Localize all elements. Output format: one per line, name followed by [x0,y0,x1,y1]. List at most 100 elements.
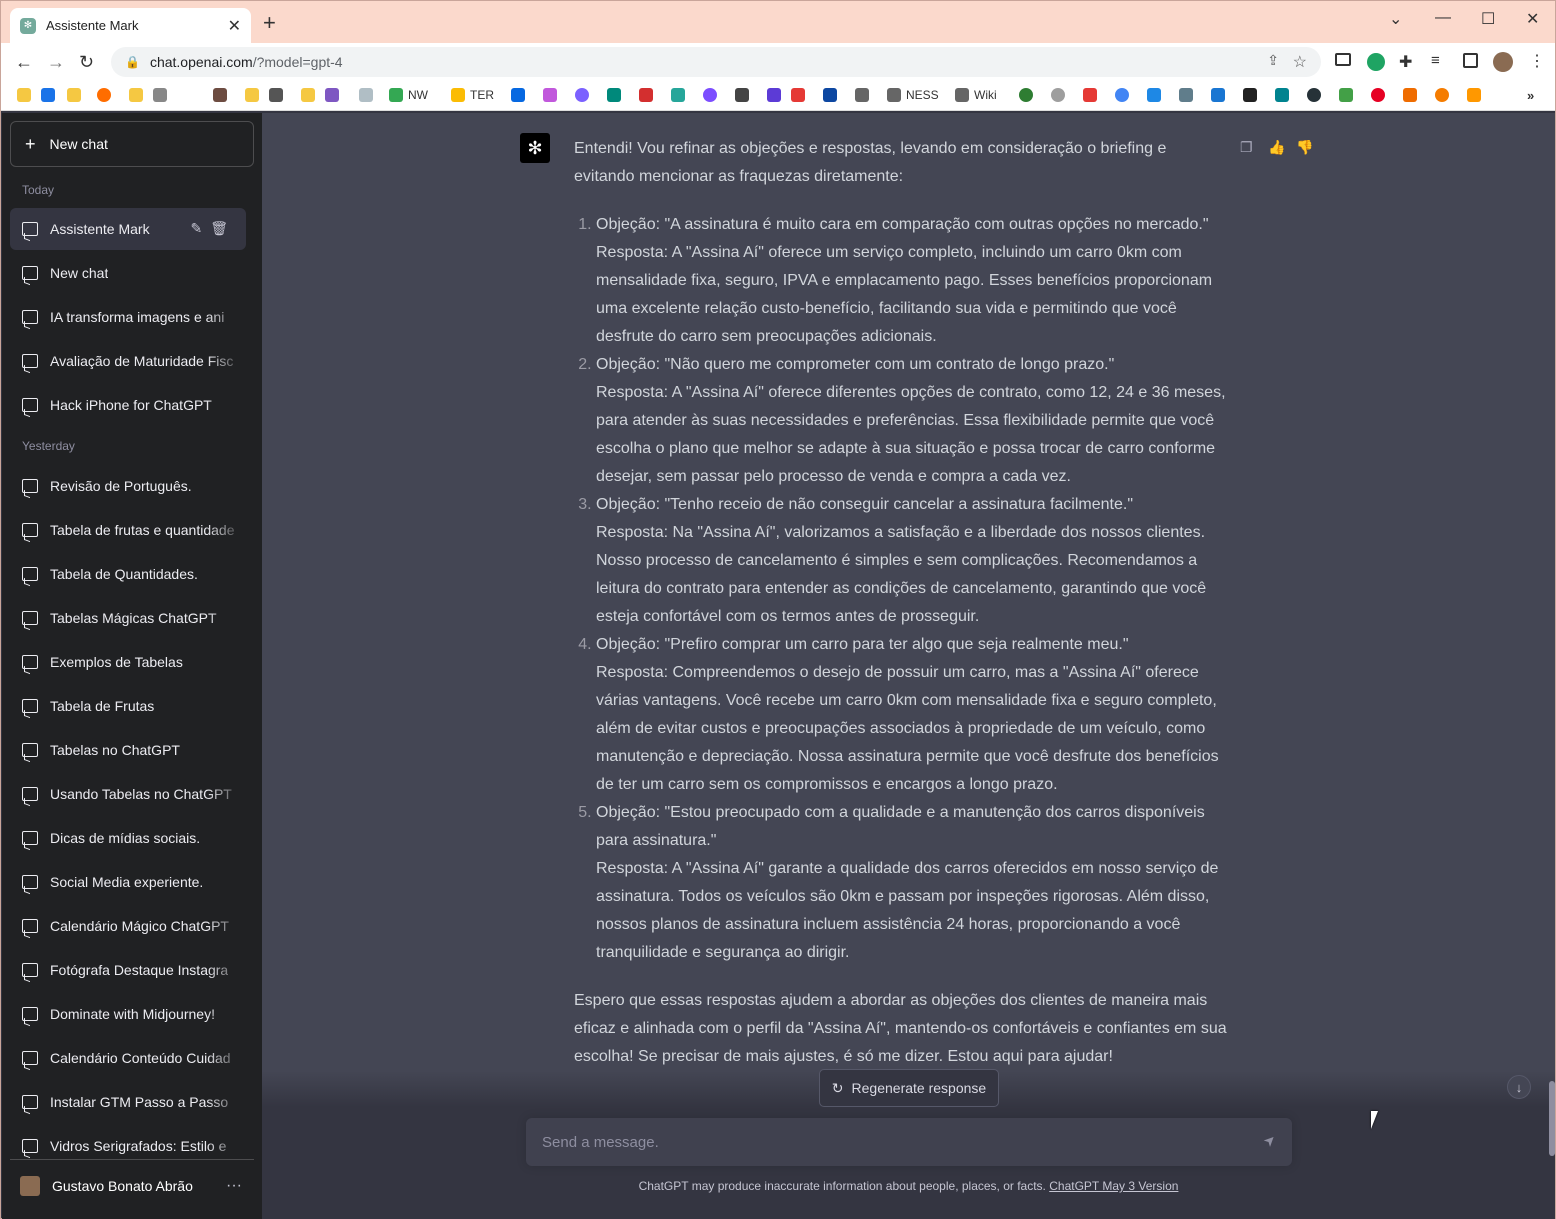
sidebar-chat-item[interactable]: Tabela de Frutas [10,685,246,727]
bookmark-item[interactable] [1275,87,1294,103]
bookmark-item[interactable] [1371,87,1390,103]
sidebar-chat-item[interactable]: Usando Tabelas no ChatGPT [10,773,246,815]
thumbs-down-icon[interactable]: 👎 [1296,139,1313,156]
bookmark-nw[interactable]: NW [389,87,428,103]
bookmark-folder[interactable] [67,87,86,103]
bookmark-item[interactable] [1435,87,1454,103]
bookmark-item[interactable] [1467,87,1486,103]
bookmark-item[interactable] [703,87,722,103]
sidebar-chat-item[interactable]: Tabelas no ChatGPT [10,729,246,771]
sidebar-chat-item[interactable]: Hack iPhone for ChatGPT [10,384,246,426]
bookmark-folder[interactable] [17,87,36,103]
sidebar-chat-item[interactable]: Avaliação de Maturidade Fisc [10,340,246,382]
profile-avatar[interactable] [1493,52,1513,72]
back-icon[interactable]: ← [15,52,33,73]
version-link[interactable]: ChatGPT May 3 Version [1049,1179,1178,1193]
send-icon[interactable]: ➤ [1260,1130,1280,1150]
sidebar-chat-item[interactable]: Exemplos de Tabelas [10,641,246,683]
bookmark-item[interactable] [153,87,172,103]
bookmark-item[interactable] [1179,87,1198,103]
bookmark-item[interactable] [41,87,60,103]
bookmark-ness[interactable]: NESS [887,87,939,103]
message-input[interactable] [542,1133,1242,1151]
bookmark-item[interactable] [1147,87,1166,103]
bookmark-item[interactable] [1019,87,1038,103]
reload-icon[interactable]: ↻ [79,52,94,73]
bookmark-item[interactable] [1115,87,1134,103]
close-tab-icon[interactable]: ✕ [228,16,241,36]
sidebar-chat-item[interactable]: Dicas de mídias sociais. [10,817,246,859]
sidebar-chat-item[interactable]: IA transforma imagens e ani [10,296,246,338]
forward-icon[interactable]: → [47,52,65,73]
minimize-icon[interactable]: — [1435,9,1451,27]
picture-in-picture-icon[interactable] [1335,53,1351,66]
share-icon[interactable]: ⇪ [1267,52,1279,69]
bookmark-item[interactable] [1211,87,1230,103]
scrollbar[interactable] [1549,1081,1555,1156]
browser-tab-active[interactable]: ✻ Assistente Mark ✕ [10,8,251,43]
bookmark-item[interactable] [671,87,690,103]
bookmark-ter[interactable]: TER [451,87,494,103]
bookmark-item[interactable] [735,87,754,103]
bookmark-item[interactable] [269,87,288,103]
sidebar-chat-item[interactable]: Tabela de Quantidades. [10,553,246,595]
new-tab-icon[interactable]: + [263,12,276,34]
edit-delete-icons[interactable]: ✎🗑 [190,220,236,237]
maximize-icon[interactable]: ☐ [1481,9,1495,29]
bookmark-item[interactable] [1243,87,1262,103]
bookmark-wiki[interactable]: Wiki [955,87,997,103]
message-input-box[interactable]: ➤ [526,1118,1292,1166]
sidebar-chat-item[interactable]: Tabela de frutas e quantidade [10,509,246,551]
bookmark-item[interactable] [213,87,232,103]
bookmark-item[interactable] [823,87,842,103]
more-options-icon[interactable]: ··· [226,1177,242,1195]
new-chat-button[interactable]: + New chat [10,121,254,167]
close-window-icon[interactable]: ✕ [1526,9,1539,29]
reading-list-icon[interactable]: ≡ [1431,52,1449,70]
bookmark-item[interactable] [325,87,344,103]
user-menu[interactable]: Gustavo Bonato Abrão ··· [10,1159,254,1211]
bookmark-item[interactable] [1307,87,1326,103]
extensions-puzzle-icon[interactable]: ✚ [1399,52,1417,71]
bookmark-item[interactable] [1051,87,1070,103]
bookmark-item[interactable] [791,87,810,103]
bookmark-item[interactable] [1083,87,1102,103]
scroll-down-icon[interactable]: ↓ [1507,1075,1531,1099]
grammarly-extension-icon[interactable] [1367,53,1385,71]
sidebar-chat-item[interactable]: Assistente Mark ✎🗑 [10,208,246,250]
bookmark-item[interactable] [639,87,658,103]
sidebar-chat-item[interactable]: Tabelas Mágicas ChatGPT [10,597,246,639]
more-bookmarks-icon[interactable]: » [1527,87,1534,103]
bookmark-item[interactable] [359,87,378,103]
fade-overlay [206,993,246,1035]
sidebar-chat-item[interactable]: Instalar GTM Passo a Passo [10,1081,246,1123]
bookmark-item[interactable] [1403,87,1422,103]
sidebar-chat-item[interactable]: Calendário Conteúdo Cuidad [10,1037,246,1079]
bookmark-item[interactable] [511,87,530,103]
bookmark-item[interactable] [1339,87,1358,103]
bookmark-folder[interactable] [245,87,264,103]
sidebar-chat-item[interactable]: Dominate with Midjourney! [10,993,246,1035]
regenerate-button[interactable]: ↻ Regenerate response [819,1069,999,1107]
bookmark-item[interactable] [543,87,562,103]
sidebar-chat-item[interactable]: Revisão de Português. [10,465,246,507]
side-panel-icon[interactable] [1463,53,1478,68]
sidebar-chat-item[interactable]: Social Media experiente. [10,861,246,903]
bookmark-item[interactable] [607,87,626,103]
sidebar-chat-item[interactable]: Fotógrafa Destaque Instagra [10,949,246,991]
bookmark-star-icon[interactable]: ☆ [1293,52,1307,72]
bookmark-item[interactable] [97,87,116,103]
tab-search-icon[interactable]: ⌄ [1389,9,1402,29]
address-bar[interactable]: 🔒 chat.openai.com/?model=gpt-4 ⇪ ☆ [111,47,1321,77]
chat-title: IA transforma imagens e ani [50,309,225,325]
bookmark-item[interactable] [855,87,874,103]
copy-icon[interactable]: ❐ [1240,139,1253,156]
bookmark-folder[interactable] [301,87,320,103]
menu-kebab-icon[interactable]: ⋮ [1529,51,1547,70]
sidebar-chat-item[interactable]: New chat [10,252,246,294]
bookmark-folder[interactable] [129,87,148,103]
bookmark-item[interactable] [575,87,594,103]
thumbs-up-icon[interactable]: 👍 [1268,139,1285,156]
bookmark-item[interactable] [767,87,786,103]
sidebar-chat-item[interactable]: Calendário Mágico ChatGPT [10,905,246,947]
